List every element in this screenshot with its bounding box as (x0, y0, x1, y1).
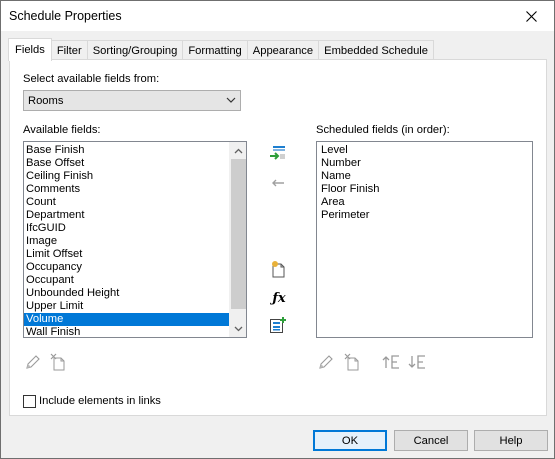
help-button[interactable]: Help (474, 430, 548, 451)
edit-parameter-button-right[interactable] (316, 352, 336, 372)
pencil-icon (319, 355, 333, 369)
dialog-title: Schedule Properties (9, 9, 122, 23)
list-item[interactable]: Upper Limit (24, 300, 230, 313)
pencil-icon (26, 355, 40, 369)
list-item[interactable]: Occupancy (24, 261, 230, 274)
scheduled-fields-list[interactable]: Level Number Name Floor Finish Area Peri… (316, 141, 533, 338)
list-item[interactable]: Image (24, 235, 230, 248)
delete-parameter-button-left[interactable] (48, 352, 68, 372)
close-icon (525, 10, 537, 22)
delete-parameter-icon (50, 353, 65, 371)
list-item[interactable]: Count (24, 196, 230, 209)
delete-parameter-icon (344, 353, 359, 371)
category-select-value: Rooms (28, 94, 64, 107)
list-item[interactable]: Ceiling Finish (24, 170, 230, 183)
tab-formatting[interactable]: Formatting (182, 40, 248, 60)
ok-button[interactable]: OK (313, 430, 387, 451)
move-up-icon (382, 355, 399, 369)
list-item-selected[interactable]: Volume (24, 313, 230, 326)
tab-appearance[interactable]: Appearance (246, 40, 320, 60)
tab-fields[interactable]: Fields (8, 38, 52, 61)
available-fields-list[interactable]: Base Finish Base Offset Ceiling Finish C… (23, 141, 247, 338)
list-item[interactable]: Base Offset (24, 157, 230, 170)
list-item[interactable]: Floor Finish (319, 183, 529, 196)
close-button[interactable] (508, 1, 554, 31)
list-item[interactable]: Comments (24, 183, 230, 196)
list-item[interactable]: Unbounded Height (24, 287, 230, 300)
select-fields-from-label: Select available fields from: (23, 73, 160, 85)
list-item[interactable]: Base Finish (24, 144, 230, 157)
add-field-icon (270, 146, 285, 160)
chevron-up-icon (234, 148, 243, 153)
list-item[interactable]: Name (319, 170, 529, 183)
add-field-button[interactable] (268, 143, 288, 163)
list-item[interactable]: Perimeter (319, 209, 529, 222)
calculated-value-button[interactable]: ƒx (269, 288, 289, 308)
fx-icon: ƒx (272, 290, 286, 306)
remove-field-icon (272, 179, 284, 187)
delete-parameter-button-right[interactable] (342, 352, 362, 372)
tab-sorting-grouping[interactable]: Sorting/Grouping (86, 40, 184, 60)
scheduled-fields-label: Scheduled fields (in order): (316, 124, 450, 136)
list-item[interactable]: IfcGUID (24, 222, 230, 235)
list-item[interactable]: Department (24, 209, 230, 222)
tab-filter[interactable]: Filter (50, 40, 88, 60)
list-item[interactable]: Level (319, 144, 529, 157)
list-item[interactable]: Area (319, 196, 529, 209)
cancel-button[interactable]: Cancel (394, 430, 468, 451)
list-item[interactable]: Wall Finish (24, 326, 230, 337)
new-parameter-icon (272, 261, 285, 278)
available-fields-scrollbar[interactable] (229, 142, 246, 337)
schedule-properties-dialog: Schedule Properties Fields Filter Sortin… (0, 0, 555, 459)
title-bar: Schedule Properties (1, 1, 554, 31)
list-item[interactable]: Number (319, 157, 529, 170)
combine-parameters-icon (270, 317, 286, 333)
available-fields-items: Base Finish Base Offset Ceiling Finish C… (24, 144, 230, 337)
chevron-down-icon (234, 326, 243, 331)
chevron-down-icon (226, 97, 236, 103)
move-down-icon (408, 355, 425, 369)
move-up-button[interactable] (381, 352, 401, 372)
include-links-label: Include elements in links (39, 395, 161, 407)
available-fields-label: Available fields: (23, 124, 101, 136)
new-parameter-button[interactable] (268, 259, 288, 279)
combine-parameters-button[interactable] (268, 315, 288, 335)
tab-embedded-schedule[interactable]: Embedded Schedule (318, 40, 434, 60)
scroll-thumb[interactable] (231, 159, 246, 309)
include-links-checkbox[interactable] (23, 395, 36, 408)
scroll-up-button[interactable] (230, 142, 246, 159)
list-item[interactable]: Occupant (24, 274, 230, 287)
category-select[interactable]: Rooms (23, 90, 241, 111)
scroll-down-button[interactable] (230, 320, 246, 337)
list-item[interactable]: Limit Offset (24, 248, 230, 261)
move-down-button[interactable] (407, 352, 427, 372)
tab-strip: Fields Filter Sorting/Grouping Formattin… (8, 38, 434, 61)
scheduled-fields-items: Level Number Name Floor Finish Area Peri… (319, 144, 529, 222)
edit-parameter-button-left[interactable] (23, 352, 43, 372)
remove-field-button[interactable] (268, 173, 288, 193)
